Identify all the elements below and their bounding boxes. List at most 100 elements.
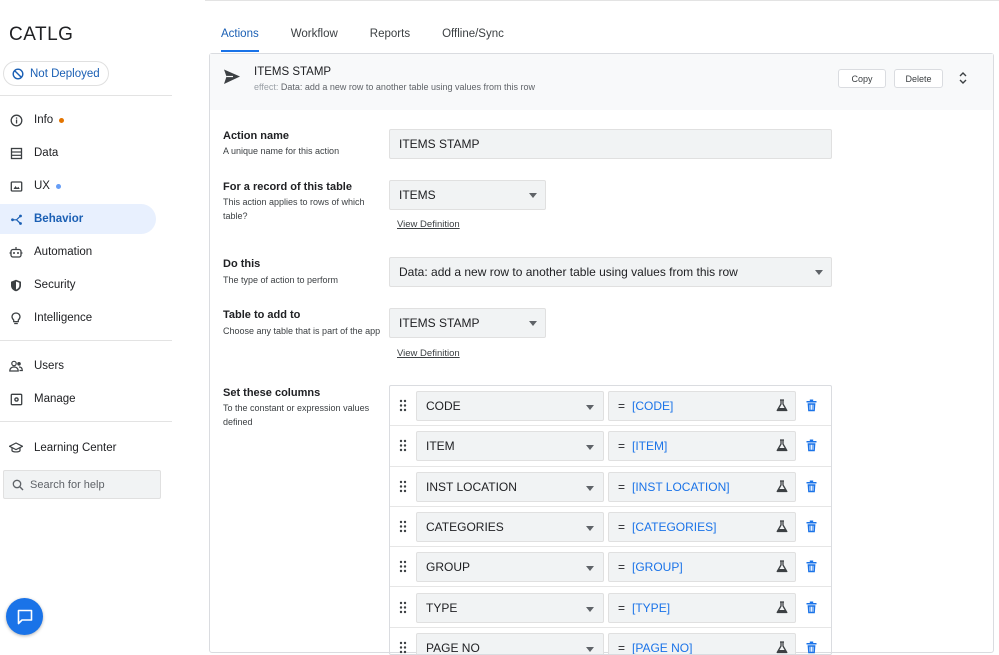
sidebar-item-automation[interactable]: Automation — [0, 237, 156, 267]
expand-collapse-icon[interactable] — [958, 71, 968, 85]
drag-handle-icon[interactable] — [399, 480, 407, 493]
chat-button[interactable] — [6, 598, 43, 635]
delete-row-icon[interactable] — [806, 399, 817, 412]
tab-workflow[interactable]: Workflow — [275, 22, 354, 52]
expression-input[interactable]: = [TYPE] — [608, 592, 796, 623]
target-table-select[interactable]: ITEMS STAMP — [389, 308, 546, 338]
column-select[interactable]: CATEGORIES — [416, 511, 604, 542]
drag-handle-icon[interactable] — [399, 399, 407, 412]
table-select[interactable]: ITEMS — [389, 180, 546, 210]
sidebar-item-label: Behavior — [34, 213, 84, 225]
expression-input[interactable]: = [GROUP] — [608, 552, 796, 583]
action-effect: effect: Data: add a new row to another t… — [254, 82, 535, 92]
effect-label: effect: — [254, 82, 279, 92]
effect-value: Data: add a new row to another table usi… — [280, 82, 536, 92]
column-assignment-row: ITEM = [ITEM] — [390, 426, 831, 467]
manage-icon — [9, 392, 23, 406]
column-name: TYPE — [426, 600, 458, 615]
sidebar-item-security[interactable]: Security — [0, 270, 156, 300]
flask-icon[interactable] — [776, 399, 788, 412]
action-title: ITEMS STAMP — [254, 66, 332, 78]
view-definition-link[interactable]: View Definition — [397, 219, 460, 230]
expression-value: [ITEM] — [632, 439, 668, 454]
column-name: PAGE NO — [426, 640, 480, 655]
action-type-select[interactable]: Data: add a new row to another table usi… — [389, 257, 832, 287]
equals-sign: = — [618, 560, 626, 575]
sidebar-item-behavior[interactable]: Behavior — [0, 204, 156, 234]
delete-row-icon[interactable] — [806, 601, 817, 614]
drag-handle-icon[interactable] — [399, 520, 407, 533]
tab-reports[interactable]: Reports — [354, 22, 426, 52]
equals-sign: = — [618, 479, 626, 494]
flask-icon[interactable] — [776, 479, 788, 493]
chat-icon — [17, 609, 32, 624]
expression-input[interactable]: = [INST LOCATION] — [608, 471, 796, 502]
send-icon — [224, 69, 240, 84]
expression-value: [CATEGORIES] — [632, 519, 717, 534]
action-name-label: Action name — [223, 130, 290, 142]
dropdown-caret-icon — [586, 525, 594, 531]
flask-icon[interactable] — [776, 439, 788, 452]
view-definition-link[interactable]: View Definition — [397, 348, 460, 359]
ux-icon — [9, 179, 23, 193]
tab-offline-sync[interactable]: Offline/Sync — [426, 22, 520, 52]
copy-button[interactable]: Copy — [838, 69, 886, 88]
delete-row-icon[interactable] — [806, 520, 817, 533]
column-assignment-row: CODE = [CODE] — [390, 386, 831, 427]
do-this-desc: The type of action to perform — [223, 275, 339, 285]
column-assignment-row: INST LOCATION = [INST LOCATION] — [390, 467, 831, 507]
drag-handle-icon[interactable] — [399, 439, 407, 452]
expression-value: [INST LOCATION] — [632, 479, 730, 494]
dropdown-caret-icon — [529, 193, 537, 198]
sidebar-item-label: Automation — [34, 246, 93, 258]
flask-icon[interactable] — [776, 641, 788, 654]
sidebar-divider — [0, 421, 172, 422]
expression-input[interactable]: = [CODE] — [608, 391, 796, 421]
notification-dot — [59, 117, 65, 123]
expression-input[interactable]: = [ITEM] — [608, 431, 796, 462]
sidebar-item-intelligence[interactable]: Intelligence — [0, 303, 156, 333]
drag-handle-icon[interactable] — [399, 560, 407, 573]
sidebar-item-label: Manage — [34, 393, 76, 405]
expression-input[interactable]: = [CATEGORIES] — [608, 511, 796, 542]
drag-handle-icon[interactable] — [399, 601, 407, 614]
dropdown-caret-icon — [815, 270, 823, 275]
delete-row-icon[interactable] — [806, 439, 817, 452]
column-select[interactable]: CODE — [416, 391, 604, 421]
column-select[interactable]: INST LOCATION — [416, 471, 604, 502]
sidebar-item-data[interactable]: Data — [0, 138, 156, 168]
sidebar-item-label: Info — [34, 114, 54, 126]
deploy-status-chip[interactable]: Not Deployed — [3, 61, 109, 86]
sidebar-item-manage[interactable]: Manage — [0, 384, 156, 414]
sidebar-item-learning-center[interactable]: Learning Center — [0, 433, 156, 463]
flask-icon[interactable] — [776, 600, 788, 614]
behavior-icon — [9, 212, 23, 226]
tab-actions[interactable]: Actions — [205, 22, 275, 52]
flask-icon[interactable] — [776, 560, 788, 573]
flask-icon[interactable] — [776, 520, 788, 533]
sidebar-item-info[interactable]: Info — [0, 105, 156, 135]
help-search-input[interactable]: Search for help — [3, 470, 161, 499]
dropdown-caret-icon — [586, 566, 594, 572]
sidebar-item-label: Learning Center — [34, 442, 117, 454]
delete-row-icon[interactable] — [806, 641, 817, 654]
graduation-cap-icon — [9, 441, 23, 455]
drag-handle-icon[interactable] — [399, 641, 407, 654]
table-desc: This action applies to rows of which tab… — [223, 197, 365, 221]
column-select[interactable]: GROUP — [416, 552, 604, 583]
sidebar-item-ux[interactable]: UX — [0, 171, 156, 201]
set-columns-label: Set these columns — [223, 387, 321, 399]
sidebar-item-users[interactable]: Users — [0, 351, 156, 381]
delete-row-icon[interactable] — [806, 480, 817, 493]
column-select[interactable]: TYPE — [416, 592, 604, 623]
tab-bar: Actions Workflow Reports Offline/Sync — [205, 22, 520, 52]
sidebar-item-label: Users — [34, 360, 65, 372]
expression-value: [CODE] — [632, 399, 674, 413]
column-select[interactable]: ITEM — [416, 431, 604, 462]
action-name-input[interactable]: ITEMS STAMP — [389, 129, 832, 159]
delete-button[interactable]: Delete — [894, 69, 943, 88]
not-deployed-icon — [12, 67, 24, 80]
column-name: CODE — [426, 399, 461, 413]
action-card-header[interactable]: ITEMS STAMP effect: Data: add a new row … — [210, 54, 993, 110]
delete-row-icon[interactable] — [806, 560, 817, 573]
